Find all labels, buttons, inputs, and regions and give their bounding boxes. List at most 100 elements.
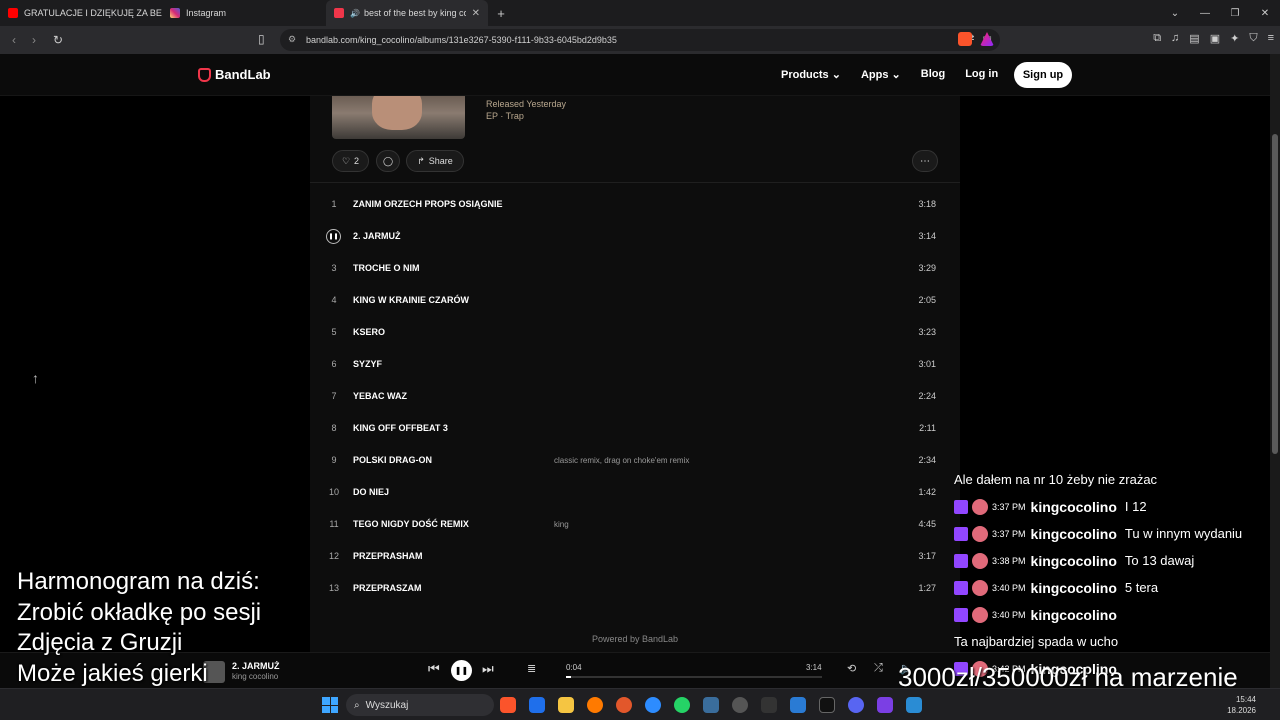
obs-icon[interactable]	[819, 697, 835, 713]
chrome-icon[interactable]	[790, 697, 806, 713]
track-row[interactable]: 3 TROCHE O NIM 3:29	[310, 252, 960, 284]
nav-blog[interactable]: Blog	[921, 68, 945, 81]
brave-browser-icon[interactable]	[500, 697, 516, 713]
reload-icon[interactable]: ↻	[48, 33, 68, 47]
tab-list-icon[interactable]: ⌄	[1160, 8, 1190, 19]
track-title[interactable]: PRZEPRASZAM	[353, 583, 422, 593]
forward-icon[interactable]: ›	[24, 33, 44, 47]
windows-start-icon[interactable]	[322, 697, 338, 713]
chat-text: To 13 dawaj	[1124, 553, 1195, 568]
close-tab-icon[interactable]: ✕	[472, 8, 480, 19]
taskbar-clock[interactable]: 15:44 18.2026	[1227, 694, 1256, 716]
track-row[interactable]: 8 KING OFF OFFBEAT 3 2:11	[310, 412, 960, 444]
track-title[interactable]: DO NIEJ	[353, 487, 389, 497]
track-duration: 1:42	[918, 487, 936, 497]
track-row[interactable]: 6 SYZYF 3:01	[310, 348, 960, 380]
progress-bar[interactable]	[566, 676, 822, 678]
track-row[interactable]: 10 DO NIEJ 1:42	[310, 476, 960, 508]
track-note: king	[554, 519, 569, 529]
pause-button[interactable]: ❚❚	[451, 660, 472, 681]
teams-icon[interactable]	[877, 697, 893, 713]
track-title[interactable]: TROCHE O NIM	[353, 263, 420, 273]
search-app-icon[interactable]	[587, 697, 603, 713]
top-nav: Products ⌄ Apps ⌄ Blog Log in	[781, 68, 998, 81]
track-row[interactable]: 12 PRZEPRASHAM 3:17	[310, 540, 960, 572]
sun-app-icon[interactable]	[616, 697, 632, 713]
address-bar[interactable]: ▯ ⚙ bandlab.com/king_cocolino/albums/131…	[258, 29, 1000, 51]
next-icon[interactable]: ⏭	[482, 661, 494, 677]
track-title[interactable]: TEGO NIGDY DOŚĆ REMIX	[353, 519, 469, 529]
share-button[interactable]: ↱ Share	[406, 150, 464, 172]
vscode-icon[interactable]	[529, 697, 545, 713]
track-row[interactable]: 11 TEGO NIGDY DOŚĆ REMIX king 4:45	[310, 508, 960, 540]
site-info-icon[interactable]: ⚙	[288, 34, 296, 45]
minimize-icon[interactable]: —	[1190, 8, 1220, 19]
speaker-icon[interactable]: 🔊	[350, 9, 360, 18]
scroll-to-top-icon[interactable]: ↑	[32, 370, 39, 386]
media-icon[interactable]: ♫	[1171, 32, 1179, 45]
maximize-icon[interactable]: ❐	[1220, 8, 1250, 19]
more-options-button[interactable]: ⋯	[912, 150, 938, 172]
tab-title: best of the best by king cocoli	[363, 8, 466, 18]
taskbar-search[interactable]: ⌕ Wyszukaj	[346, 694, 494, 716]
brave-rewards-icon[interactable]	[980, 32, 994, 46]
bandlab-logo[interactable]: BandLab	[198, 67, 271, 82]
track-row[interactable]: 13 PRZEPRASZAM 1:27	[310, 572, 960, 604]
avatar	[972, 498, 988, 515]
file-explorer-icon[interactable]	[558, 697, 574, 713]
track-row[interactable]: 7 YEBAC WAZ 2:24	[310, 380, 960, 412]
track-title[interactable]: KING W KRAINIE CZARÓW	[353, 295, 469, 305]
avatar	[972, 606, 988, 623]
discord-icon[interactable]	[848, 697, 864, 713]
browser-tab-strip: GRATULACJE I DZIĘKUJĘ ZA BEEF (eN Instag…	[0, 0, 1280, 26]
leo-ai-icon[interactable]: ✦	[1230, 32, 1239, 45]
track-row[interactable]: 1 ZANIM ORZECH PROPS OSIĄGNIE 3:18	[310, 188, 960, 220]
track-row[interactable]: 9 POLSKI DRAG-ON classic remix, drag on ch…	[310, 444, 960, 476]
signup-button[interactable]: Sign up	[1014, 62, 1072, 88]
browser-tab-youtube[interactable]: GRATULACJE I DZIĘKUJĘ ZA BEEF (eN	[0, 0, 162, 26]
queue-icon[interactable]: ≣	[527, 662, 536, 675]
whatsapp-icon[interactable]	[674, 697, 690, 713]
repeat-icon[interactable]: ⟲	[847, 662, 856, 675]
comment-button[interactable]: ◯	[376, 150, 400, 172]
track-title[interactable]: KING OFF OFFBEAT 3	[353, 423, 448, 433]
clock-app-icon[interactable]	[732, 697, 748, 713]
chat-time: 3:37 PM	[992, 528, 1026, 539]
new-tab-button[interactable]: +	[488, 6, 514, 21]
track-title[interactable]: ZANIM ORZECH PROPS OSIĄGNIE	[353, 199, 503, 209]
sidebar-icon[interactable]: ▤	[1189, 32, 1199, 45]
bookmark-icon[interactable]: ▯	[258, 32, 265, 46]
chat-line: 3:37 PM kingcocolino I 12	[954, 493, 1280, 520]
close-window-icon[interactable]: ✕	[1250, 8, 1280, 19]
terminal-icon[interactable]	[761, 697, 777, 713]
track-title[interactable]: 2. JARMUŻ	[353, 231, 401, 241]
back-icon[interactable]: ‹	[4, 33, 24, 47]
previous-icon[interactable]: ⏮	[428, 661, 440, 677]
browser-tab-instagram[interactable]: Instagram	[162, 0, 326, 26]
track-row[interactable]: ❚❚ 2. JARMUŻ 3:14	[310, 220, 960, 252]
track-row[interactable]: 4 KING W KRAINIE CZARÓW 2:05	[310, 284, 960, 316]
brave-shield-icon[interactable]	[958, 32, 972, 46]
track-title[interactable]: SYZYF	[353, 359, 382, 369]
vpn-icon[interactable]: ⛉	[1249, 32, 1257, 45]
nav-products[interactable]: Products ⌄	[781, 68, 841, 81]
track-title[interactable]: PRZEPRASHAM	[353, 551, 423, 561]
window-controls: ⌄ — ❐ ✕	[1160, 0, 1280, 26]
steam-icon[interactable]	[703, 697, 719, 713]
track-title[interactable]: KSERO	[353, 327, 385, 337]
menu-icon[interactable]: ≡	[1268, 32, 1274, 45]
nav-apps[interactable]: Apps ⌄	[861, 68, 901, 81]
like-button[interactable]: ♡ 2	[332, 150, 369, 172]
wallet-icon[interactable]: ▣	[1210, 32, 1220, 45]
photos-icon[interactable]	[906, 697, 922, 713]
avatar	[972, 525, 988, 542]
browser-tab-bandlab[interactable]: 🔊 best of the best by king cocoli ✕	[326, 0, 488, 26]
shuffle-icon[interactable]: ⤮	[874, 662, 883, 675]
track-title[interactable]: YEBAC WAZ	[353, 391, 407, 401]
pause-track-icon[interactable]: ❚❚	[326, 229, 341, 244]
extensions-icon[interactable]: ⧉	[1153, 32, 1161, 45]
track-row[interactable]: 5 KSERO 3:23	[310, 316, 960, 348]
edge-icon[interactable]	[645, 697, 661, 713]
nav-login[interactable]: Log in	[965, 68, 998, 81]
track-title[interactable]: POLSKI DRAG-ON	[353, 455, 432, 465]
